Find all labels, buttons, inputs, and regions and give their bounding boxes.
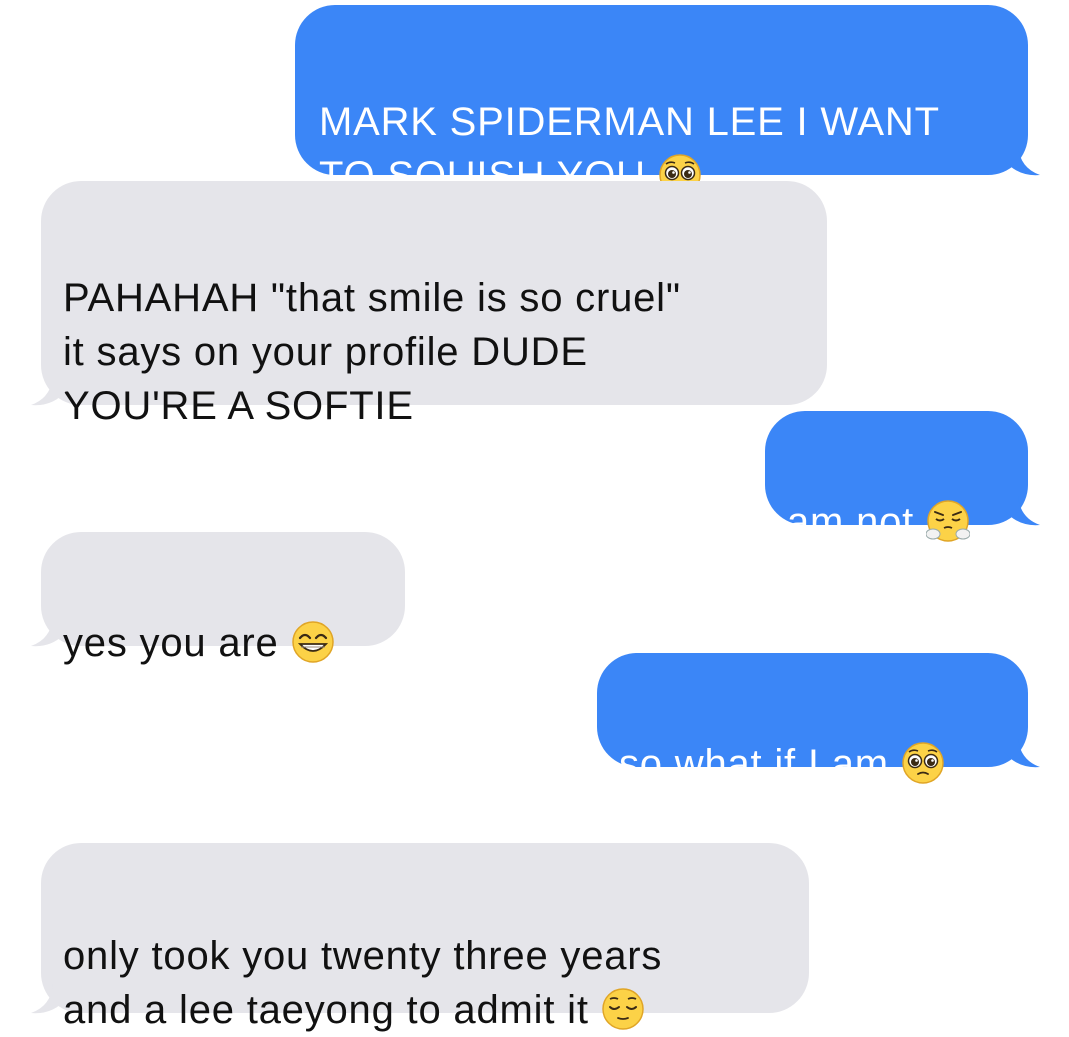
message-text: so what if I am	[619, 742, 889, 786]
message-bubble-received[interactable]: yes you are	[41, 532, 405, 665]
message-bubble-sent[interactable]: am not	[765, 411, 1028, 544]
bubble-tail	[1004, 738, 1040, 768]
bubble-tail	[1004, 146, 1040, 176]
message-bubble-received[interactable]: only took you twenty three years and a l…	[41, 843, 809, 1032]
bubble-tail	[31, 376, 67, 406]
bubble-tail	[1004, 496, 1040, 526]
message-bubble-received[interactable]: PAHAHAH "that smile is so cruel" it says…	[41, 181, 827, 428]
message-text: only took you twenty three years and a l…	[63, 934, 663, 1032]
pleading-face-icon	[901, 741, 945, 785]
message-bubble-sent[interactable]: MARK SPIDERMAN LEE I WANT TO SQUISH YOU	[295, 5, 1028, 198]
message-text: am not	[787, 500, 915, 544]
bubble-tail	[31, 984, 67, 1014]
face-with-steam-icon	[926, 499, 971, 543]
grinning-face-icon	[291, 620, 335, 664]
message-bubble-sent[interactable]: so what if I am	[597, 653, 1028, 786]
message-text: PAHAHAH "that smile is so cruel" it says…	[63, 276, 681, 428]
message-text: yes you are	[63, 621, 279, 665]
bubble-tail	[31, 617, 67, 647]
relieved-face-icon	[601, 987, 645, 1031]
